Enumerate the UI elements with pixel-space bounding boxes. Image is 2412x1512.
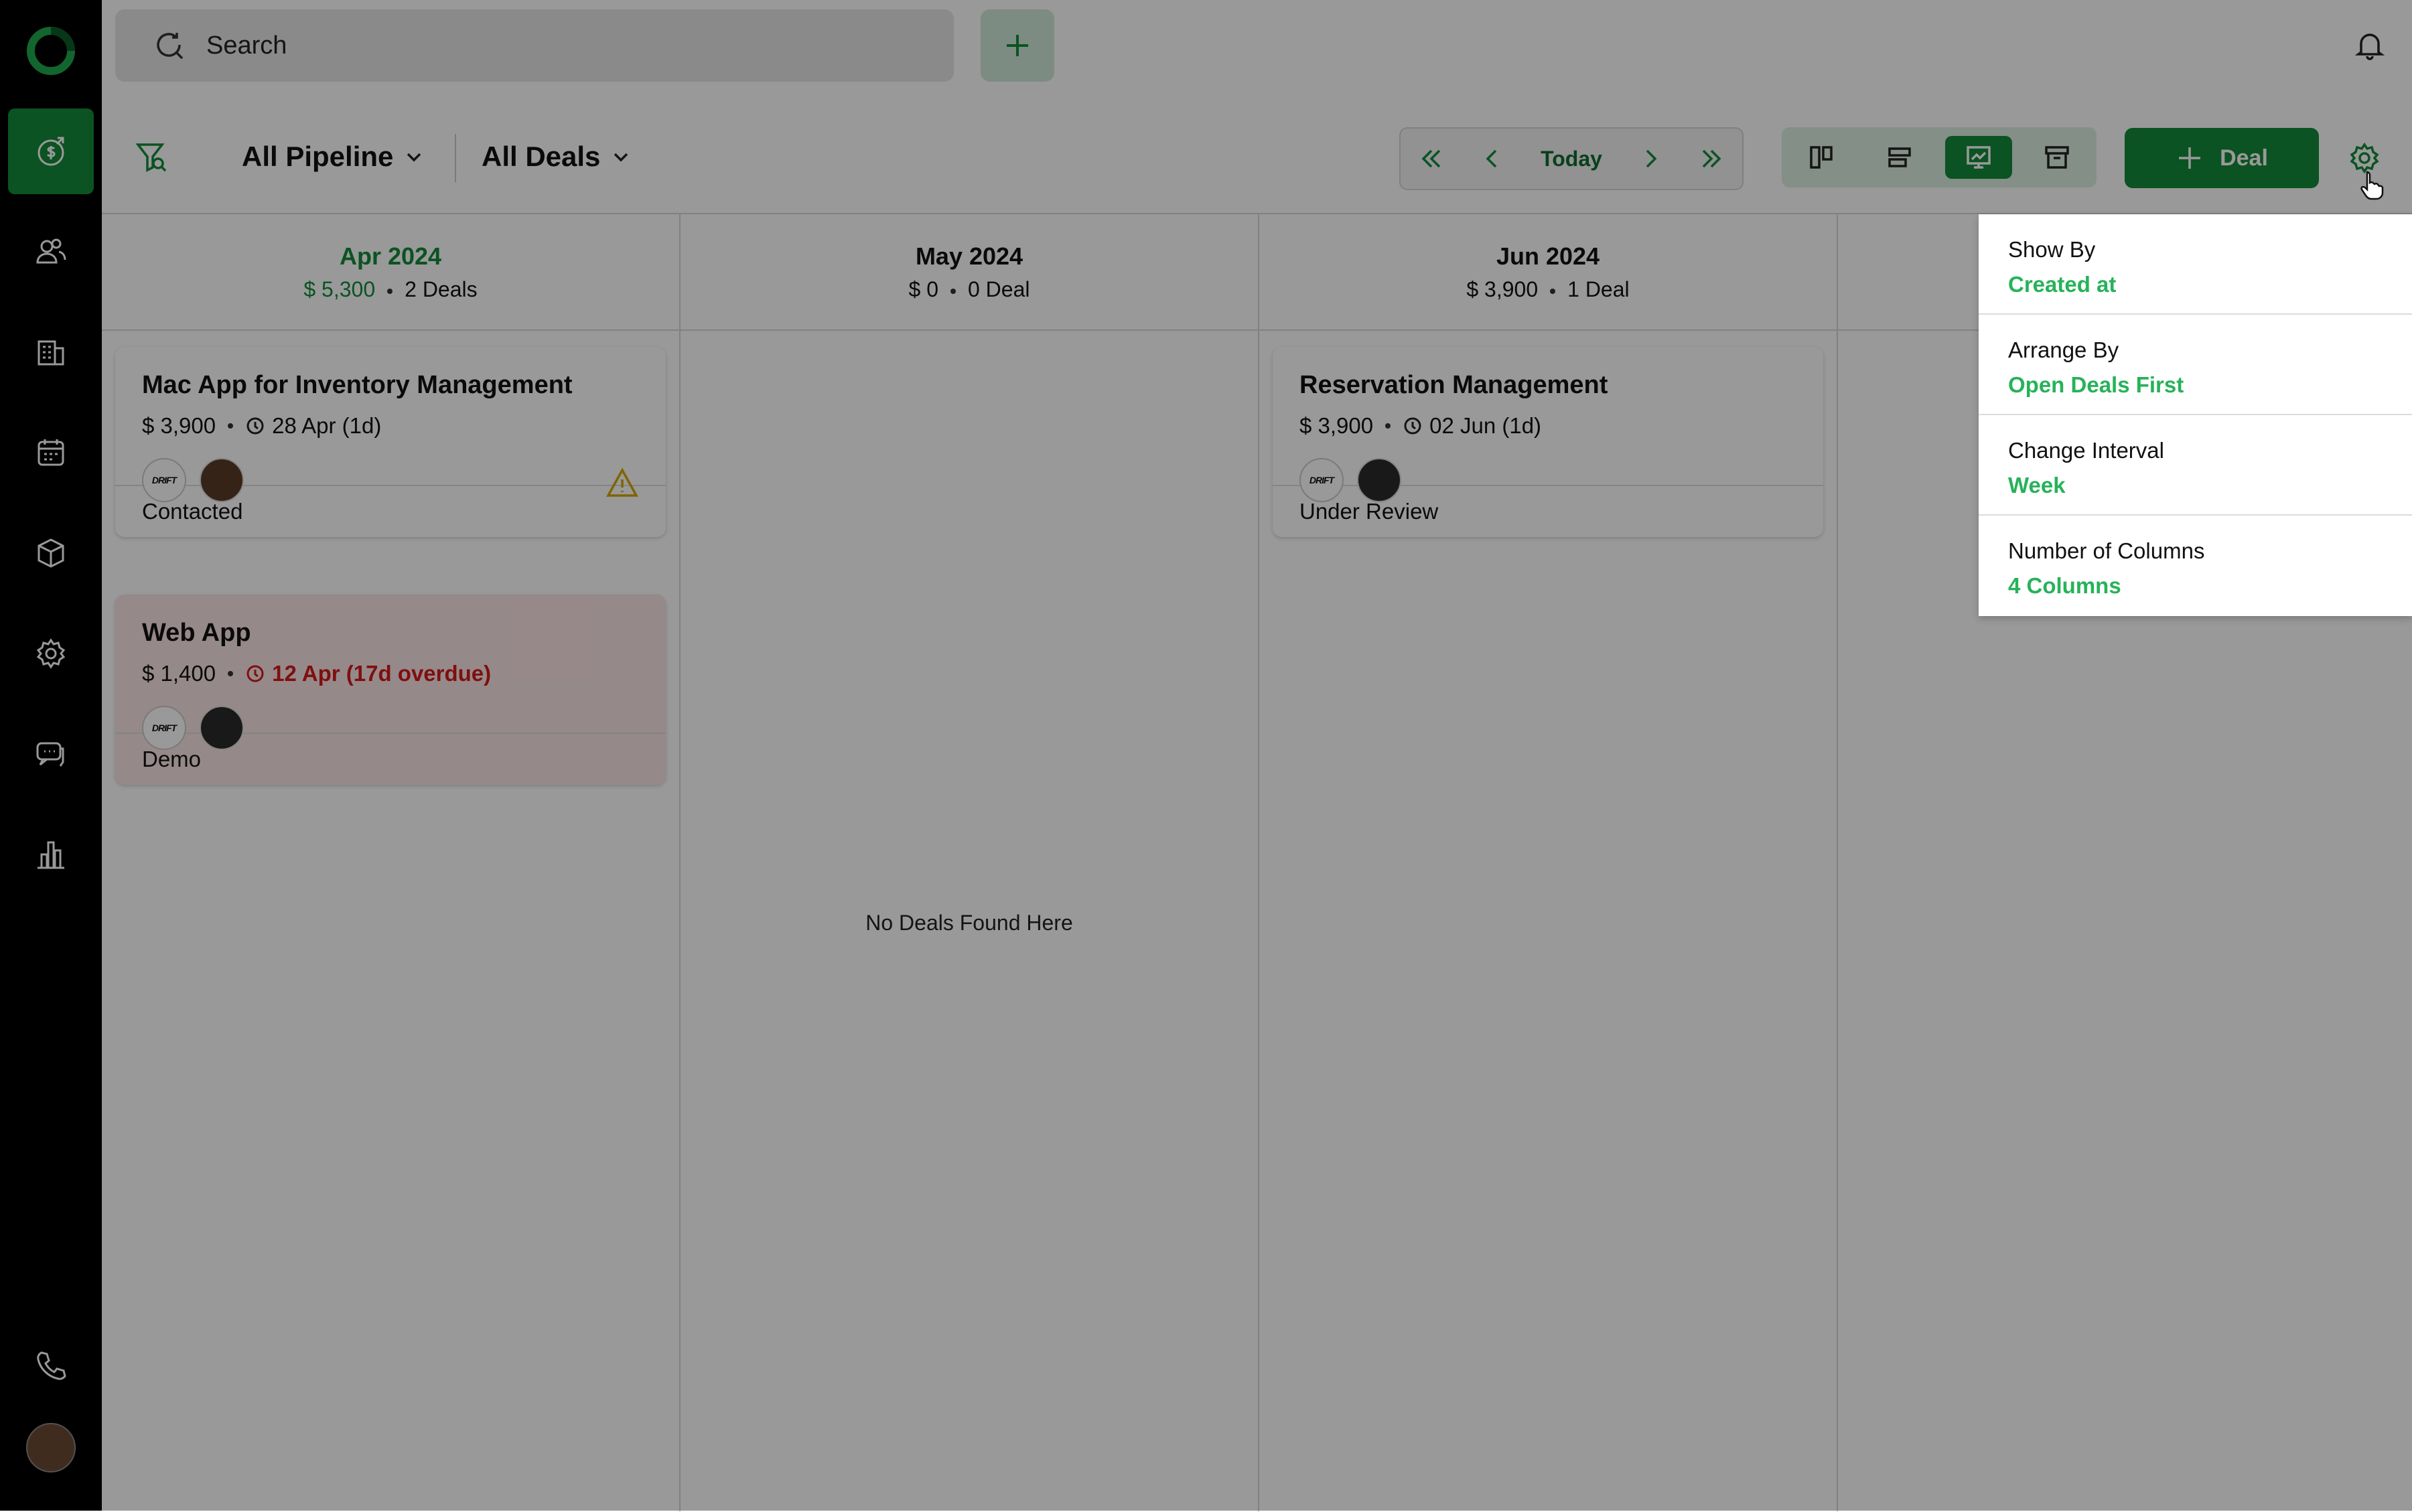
- menu-item-number-of-columns[interactable]: Number of Columns 4 Columns: [1979, 516, 2412, 616]
- menu-item-arrange-by[interactable]: Arrange By Open Deals First: [1979, 315, 2412, 415]
- menu-item-label: Number of Columns: [2008, 538, 2205, 563]
- menu-item-change-interval[interactable]: Change Interval Week: [1979, 415, 2412, 516]
- menu-item-label: Show By: [2008, 237, 2096, 262]
- board-settings-menu: Show By Created at Arrange By Open Deals…: [1979, 214, 2412, 616]
- menu-item-label: Change Interval: [2008, 438, 2164, 463]
- mouse-pointer-icon: [2360, 171, 2384, 200]
- menu-item-label: Arrange By: [2008, 337, 2119, 362]
- menu-item-value: Week: [2008, 473, 2066, 498]
- menu-item-value: 4 Columns: [2008, 573, 2121, 598]
- menu-item-value: Created at: [2008, 272, 2117, 297]
- menu-item-value: Open Deals First: [2008, 372, 2184, 397]
- menu-item-show-by[interactable]: Show By Created at: [1979, 214, 2412, 315]
